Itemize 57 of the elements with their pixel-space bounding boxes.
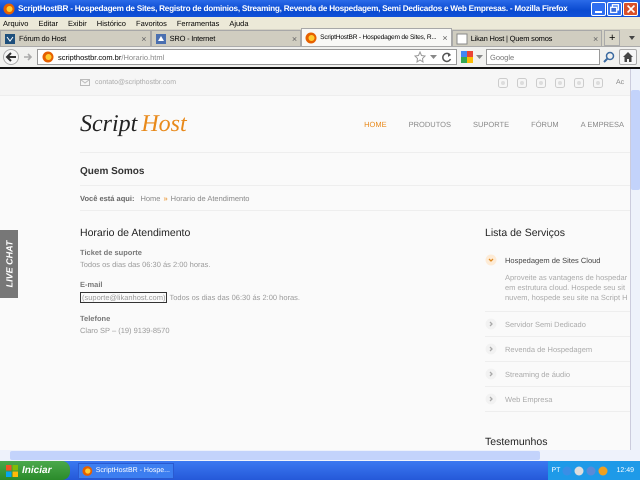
chevron-right-icon[interactable] (485, 368, 497, 380)
firefox-icon (3, 2, 15, 14)
forward-arrow-icon[interactable] (23, 52, 33, 62)
dropdown-icon[interactable] (430, 54, 437, 60)
firefox-icon (82, 464, 93, 476)
tray-icon[interactable] (586, 466, 596, 476)
vertical-scrollbar[interactable] (630, 69, 640, 450)
tray-icon[interactable] (598, 466, 608, 476)
section-heading: Horario de Atendimento (80, 227, 192, 239)
page-icon (456, 32, 468, 44)
close-tab-button[interactable]: × (292, 34, 298, 44)
tray-icon[interactable] (574, 466, 584, 476)
close-tab-button[interactable]: × (592, 34, 598, 44)
close-icon (624, 2, 636, 14)
social-icon[interactable] (498, 78, 508, 88)
maximize-button[interactable] (607, 2, 622, 16)
social-icon[interactable] (517, 78, 527, 88)
firefox-icon (305, 32, 318, 44)
close-tab-button[interactable]: × (442, 32, 448, 42)
start-button[interactable]: Iniciar (0, 461, 70, 480)
new-tab-button[interactable]: + (604, 30, 620, 46)
social-icon[interactable] (574, 78, 584, 88)
chevron-right-icon[interactable] (485, 343, 497, 355)
sidebar-heading: Testemunhos (485, 436, 548, 448)
social-icon[interactable] (593, 78, 603, 88)
tray-icon[interactable] (562, 466, 572, 476)
close-button[interactable] (623, 2, 638, 16)
star-icon[interactable] (414, 51, 426, 63)
maximize-icon (608, 2, 620, 14)
home-icon (622, 51, 634, 63)
horizontal-scrollbar[interactable] (0, 450, 640, 461)
windows-logo-icon (6, 464, 18, 476)
dropdown-icon[interactable] (628, 35, 636, 41)
site-logo[interactable]: Script Host (80, 110, 187, 138)
search-engine-icon (461, 51, 473, 63)
site-icon (42, 51, 54, 63)
chevron-right-icon[interactable] (485, 393, 497, 405)
chevron-down-icon[interactable] (485, 254, 497, 266)
social-icon[interactable] (536, 78, 546, 88)
home-button[interactable] (619, 49, 637, 65)
back-arrow-icon (5, 51, 17, 63)
minimize-icon (595, 10, 602, 12)
reload-icon[interactable] (441, 52, 452, 62)
dropdown-icon[interactable] (476, 54, 483, 60)
close-tab-button[interactable]: × (141, 34, 147, 44)
envelope-icon (80, 79, 90, 86)
social-icon[interactable] (555, 78, 565, 88)
back-button[interactable] (3, 49, 19, 65)
page-icon (4, 32, 16, 44)
search-icon[interactable] (603, 51, 615, 63)
page-title: Quem Somos (80, 153, 630, 186)
chevron-right-icon[interactable] (485, 318, 497, 330)
page-icon (154, 32, 167, 44)
sidebar-heading: Lista de Serviços (485, 227, 566, 239)
minimize-button[interactable] (591, 2, 606, 16)
window-title: ScriptHostBR - Hospedagem de Sites, Registro de dominios, Streaming, Revenda de Hospedagem, Semi Dedicados e Web Empresas. - Mozilla Firefox (18, 4, 568, 13)
live-chat-tab[interactable]: LIVE CHAT (0, 230, 18, 298)
